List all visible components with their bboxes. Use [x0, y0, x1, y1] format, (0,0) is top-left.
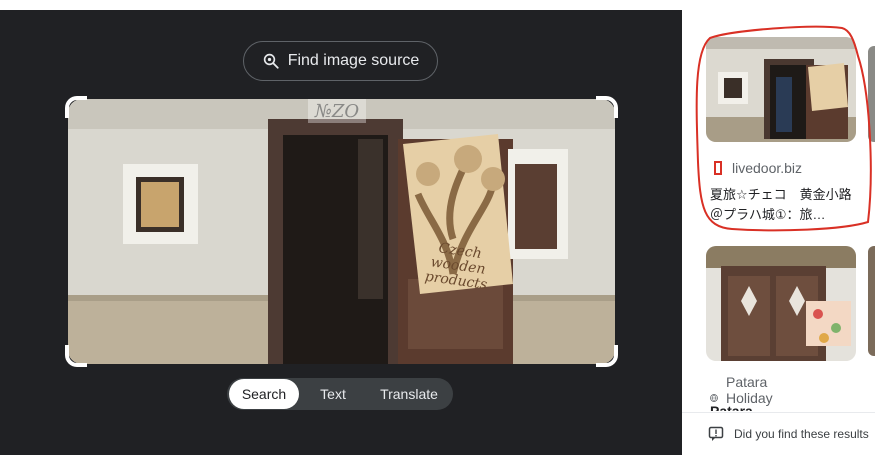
- result-title[interactable]: 夏旅☆チェコ 黄金小路＠プラハ城①：旅…: [710, 185, 860, 225]
- find-image-source-label: Find image source: [287, 52, 420, 69]
- crop-handle-top-right[interactable]: [596, 96, 618, 118]
- partial-result-thumbnail[interactable]: [868, 246, 875, 356]
- lens-search-icon: [263, 53, 279, 69]
- tab-text[interactable]: Text: [299, 379, 367, 409]
- livedoor-icon: [714, 161, 722, 175]
- partial-result-thumbnail[interactable]: [868, 46, 875, 142]
- door-thumbnail: [706, 246, 856, 361]
- feedback-icon: [708, 426, 724, 441]
- query-image[interactable]: №ZO Czech wooden products: [68, 99, 615, 364]
- crop-handle-top-left[interactable]: [65, 96, 87, 118]
- watermark: №ZO: [308, 99, 366, 123]
- crop-handle-bottom-left[interactable]: [65, 345, 87, 367]
- results-panel: livedoor.biz 夏旅☆チェコ 黄金小路＠プラハ城①：旅… Patara…: [682, 10, 875, 455]
- result-source[interactable]: livedoor.biz: [712, 160, 802, 176]
- tab-translate[interactable]: Translate: [367, 379, 451, 409]
- tab-search[interactable]: Search: [229, 379, 299, 409]
- result-site-name: livedoor.biz: [732, 160, 803, 176]
- storefront-thumbnail: [706, 37, 856, 142]
- feedback-bar[interactable]: Did you find these results: [682, 412, 875, 455]
- find-image-source-button[interactable]: Find image source: [243, 41, 438, 81]
- feedback-text: Did you find these results: [734, 427, 869, 441]
- result-title[interactable]: Patara Village -: [710, 401, 755, 411]
- mode-tabs: Search Text Translate: [227, 378, 453, 410]
- storefront-photo: [68, 99, 615, 364]
- top-strip: [0, 0, 875, 10]
- result-thumbnail[interactable]: [706, 246, 856, 361]
- result-thumbnail[interactable]: [706, 37, 856, 142]
